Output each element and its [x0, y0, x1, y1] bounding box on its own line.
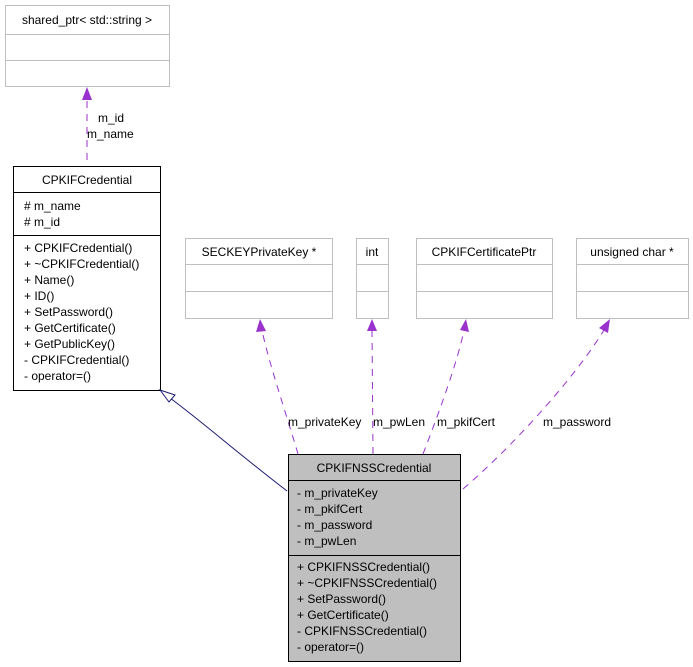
collaboration-diagram: shared_ptr< std::string > CPKIFCredentia… — [5, 5, 689, 662]
method: - operator=() — [24, 369, 91, 383]
method: + GetPublicKey() — [24, 337, 115, 351]
method: + SetPassword() — [24, 305, 113, 319]
method: + GetCertificate() — [297, 608, 389, 622]
arrow-head-icon — [256, 319, 266, 332]
class-shared-ptr[interactable]: shared_ptr< std::string > — [5, 5, 170, 87]
arrow-head-icon — [367, 319, 377, 331]
method: + CPKIFNSSCredential() — [297, 560, 430, 574]
class-unsigned-char-ptr[interactable]: unsigned char * — [576, 238, 689, 319]
method: - operator=() — [297, 640, 364, 654]
class-cpkifcredential[interactable]: CPKIFCredential # m_name # m_id + CPKIFC… — [13, 166, 161, 391]
edge-label: m_pkifCert — [437, 415, 496, 429]
edge-m-pkifcert: m_pkifCert — [422, 319, 496, 455]
method: + ID() — [24, 289, 54, 303]
method: + CPKIFCredential() — [24, 241, 132, 255]
edge-label: m_password — [543, 415, 611, 429]
method: + Name() — [24, 273, 74, 287]
edge-label: m_name — [87, 127, 134, 141]
method: - CPKIFNSSCredential() — [297, 624, 427, 638]
method: + SetPassword() — [297, 592, 386, 606]
attribute: - m_pwLen — [297, 534, 356, 548]
attribute: - m_privateKey — [297, 486, 378, 500]
arrow-head-icon — [460, 319, 469, 332]
edge-label: m_id — [98, 111, 124, 125]
edge-m-pwlen: m_pwLen — [367, 319, 425, 455]
class-title: int — [366, 245, 379, 259]
attribute: # m_id — [24, 215, 60, 229]
arrow-head-icon — [82, 87, 92, 100]
edge-inheritance — [158, 389, 288, 492]
class-title: CPKIFNSSCredential — [317, 461, 432, 475]
arrow-head-icon — [599, 319, 610, 333]
class-title: CPKIFCertificatePtr — [432, 245, 537, 259]
method: - CPKIFCredential() — [24, 353, 129, 367]
class-seckeyprivatekey[interactable]: SECKEYPrivateKey * — [185, 238, 333, 319]
edge-m-privatekey: m_privateKey — [256, 319, 361, 455]
edge-m-id-m-name: m_id m_name — [82, 87, 134, 160]
class-title: shared_ptr< std::string > — [22, 13, 152, 27]
attribute: - m_pkifCert — [297, 502, 363, 516]
edge-m-password: m_password — [462, 319, 611, 490]
class-cpkifnsscredential[interactable]: CPKIFNSSCredential - m_privateKey - m_pk… — [288, 454, 461, 662]
class-title: CPKIFCredential — [42, 173, 132, 187]
method: + ~CPKIFCredential() — [24, 257, 139, 271]
class-int[interactable]: int — [356, 238, 389, 319]
class-cpkifcertificateptr[interactable]: CPKIFCertificatePtr — [416, 238, 553, 319]
method: + GetCertificate() — [24, 321, 116, 335]
class-title: unsigned char * — [590, 245, 674, 259]
method: + ~CPKIFNSSCredential() — [297, 576, 437, 590]
class-title: SECKEYPrivateKey * — [202, 245, 317, 259]
edge-label: m_privateKey — [288, 415, 361, 429]
attribute: # m_name — [24, 199, 81, 213]
edge-label: m_pwLen — [373, 415, 425, 429]
attribute: - m_password — [297, 518, 372, 532]
